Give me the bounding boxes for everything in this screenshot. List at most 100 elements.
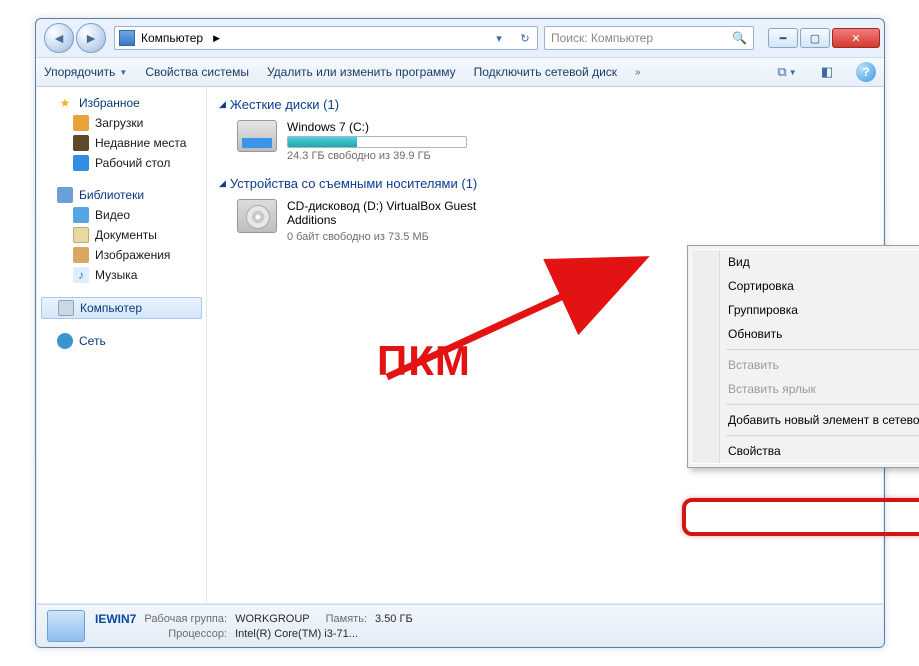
arrow-right-icon: ► bbox=[84, 30, 98, 46]
music-icon: ♪ bbox=[73, 267, 89, 283]
drive-free-text: 24.3 ГБ свободно из 39.9 ГБ bbox=[287, 150, 467, 162]
hard-drive-icon bbox=[237, 120, 277, 152]
capacity-bar bbox=[287, 136, 467, 148]
sidebar-item-pictures[interactable]: Изображения bbox=[37, 245, 206, 265]
status-cpu-label: Процессор: bbox=[144, 628, 227, 640]
sidebar-item-videos[interactable]: Видео bbox=[37, 205, 206, 225]
context-menu: Вид ▶ Сортировка ▶ Группировка ▶ Обновит… bbox=[687, 245, 919, 468]
computer-large-icon bbox=[47, 610, 85, 642]
star-icon: ★ bbox=[57, 95, 73, 111]
search-input[interactable]: Поиск: Компьютер 🔍 bbox=[544, 26, 754, 50]
drive-c[interactable]: Windows 7 (C:) 24.3 ГБ свободно из 39.9 … bbox=[237, 120, 871, 162]
status-workgroup: WORKGROUP bbox=[235, 613, 310, 625]
content-pane[interactable]: ◢ Жесткие диски (1) Windows 7 (C:) 24.3 … bbox=[207, 87, 883, 603]
preview-pane-button[interactable]: ◧ bbox=[816, 61, 838, 83]
help-icon: ? bbox=[862, 65, 869, 79]
ctx-item-add-network[interactable]: Добавить новый элемент в сетевое окружен… bbox=[692, 408, 919, 432]
organize-label: Упорядочить bbox=[44, 65, 115, 79]
organize-button[interactable]: Упорядочить ▼ bbox=[44, 65, 127, 79]
sidebar-item-music[interactable]: ♪ Музыка bbox=[37, 265, 206, 285]
ctx-item-view[interactable]: Вид ▶ bbox=[692, 250, 919, 274]
navigation-pane: ★ Избранное Загрузки Недавние места Рабо… bbox=[37, 87, 207, 603]
sidebar-label: Библиотеки bbox=[79, 188, 144, 202]
video-icon bbox=[73, 207, 89, 223]
view-options-button[interactable]: ⧉▼ bbox=[776, 61, 798, 83]
ctx-item-group[interactable]: Группировка ▶ bbox=[692, 298, 919, 322]
preview-pane-icon: ◧ bbox=[821, 64, 833, 80]
titlebar: ◄ ► Компьютер ▶ ▾ ↻ Поиск: Компьютер 🔍 ━… bbox=[36, 19, 884, 57]
ctx-label: Добавить новый элемент в сетевое окружен… bbox=[728, 413, 919, 427]
ctx-separator bbox=[726, 435, 919, 436]
sidebar-label: Избранное bbox=[79, 96, 140, 110]
ctx-item-paste-shortcut: Вставить ярлык bbox=[692, 377, 919, 401]
ctx-label: Группировка bbox=[728, 303, 798, 317]
sidebar-label: Рабочий стол bbox=[95, 156, 170, 170]
sidebar-item-libraries[interactable]: Библиотеки bbox=[37, 185, 206, 205]
ctx-item-refresh[interactable]: Обновить bbox=[692, 322, 919, 346]
sidebar-item-computer[interactable]: Компьютер bbox=[41, 297, 202, 319]
address-dropdown-icon[interactable]: ▾ bbox=[489, 28, 509, 48]
close-button[interactable]: ✕ bbox=[832, 28, 880, 48]
ctx-separator bbox=[726, 349, 919, 350]
map-drive-label: Подключить сетевой диск bbox=[474, 65, 617, 79]
minimize-button[interactable]: ━ bbox=[768, 28, 798, 48]
document-icon bbox=[73, 227, 89, 243]
breadcrumb-arrow-icon[interactable]: ▶ bbox=[209, 33, 224, 44]
cd-drive-icon bbox=[237, 199, 277, 233]
expand-arrow-icon: ◢ bbox=[219, 178, 226, 189]
status-memory-label: Память: bbox=[326, 613, 367, 625]
close-icon: ✕ bbox=[851, 32, 860, 45]
status-memory: 3.50 ГБ bbox=[375, 613, 413, 625]
system-properties-button[interactable]: Свойства системы bbox=[145, 65, 249, 79]
sidebar-label: Музыка bbox=[95, 268, 137, 282]
toolbar-overflow-button[interactable]: » bbox=[635, 67, 641, 78]
sidebar-item-recent[interactable]: Недавние места bbox=[37, 133, 206, 153]
downloads-icon bbox=[73, 115, 89, 131]
status-cpu: Intel(R) Core(TM) i3-71... bbox=[235, 628, 413, 640]
ctx-label: Сортировка bbox=[728, 279, 794, 293]
sidebar-label: Видео bbox=[95, 208, 130, 222]
annotation-highlight bbox=[682, 498, 919, 536]
refresh-icon[interactable]: ↻ bbox=[515, 28, 535, 48]
desktop-icon bbox=[73, 155, 89, 171]
drive-title: CD-дисковод (D:) VirtualBox Guest Additi… bbox=[287, 199, 487, 227]
ctx-item-sort[interactable]: Сортировка ▶ bbox=[692, 274, 919, 298]
sidebar-item-network[interactable]: Сеть bbox=[37, 331, 206, 351]
status-workgroup-label: Рабочая группа: bbox=[144, 613, 227, 625]
section-removable[interactable]: ◢ Устройства со съемными носителями (1) bbox=[219, 176, 871, 191]
drive-free-text: 0 байт свободно из 73.5 МБ bbox=[287, 231, 487, 243]
ctx-label: Обновить bbox=[728, 327, 782, 341]
libraries-icon bbox=[57, 187, 73, 203]
computer-icon bbox=[58, 300, 74, 316]
ctx-item-properties[interactable]: Свойства bbox=[692, 439, 919, 463]
sidebar-item-downloads[interactable]: Загрузки bbox=[37, 113, 206, 133]
sidebar-item-documents[interactable]: Документы bbox=[37, 225, 206, 245]
toolbar: Упорядочить ▼ Свойства системы Удалить и… bbox=[36, 57, 884, 87]
chevron-down-icon: ▼ bbox=[119, 68, 127, 77]
map-drive-button[interactable]: Подключить сетевой диск bbox=[474, 65, 617, 79]
uninstall-label: Удалить или изменить программу bbox=[267, 65, 456, 79]
sidebar-label: Изображения bbox=[95, 248, 170, 262]
sidebar-label: Загрузки bbox=[95, 116, 143, 130]
ctx-label: Вставить bbox=[728, 358, 779, 372]
drive-d[interactable]: CD-дисковод (D:) VirtualBox Guest Additi… bbox=[237, 199, 871, 243]
breadcrumb-root[interactable]: Компьютер bbox=[141, 31, 203, 45]
ctx-label: Вставить ярлык bbox=[728, 382, 816, 396]
sidebar-item-desktop[interactable]: Рабочий стол bbox=[37, 153, 206, 173]
ctx-item-paste: Вставить bbox=[692, 353, 919, 377]
status-computer-name: IEWIN7 bbox=[95, 612, 136, 626]
sidebar-label: Компьютер bbox=[80, 301, 142, 315]
address-bar[interactable]: Компьютер ▶ ▾ ↻ bbox=[114, 26, 538, 50]
minimize-icon: ━ bbox=[780, 32, 787, 45]
explorer-window: ◄ ► Компьютер ▶ ▾ ↻ Поиск: Компьютер 🔍 ━… bbox=[35, 18, 885, 648]
section-hard-drives[interactable]: ◢ Жесткие диски (1) bbox=[219, 97, 871, 112]
expand-arrow-icon: ◢ bbox=[219, 99, 226, 110]
nav-forward-button[interactable]: ► bbox=[76, 23, 106, 53]
sidebar-item-favorites[interactable]: ★ Избранное bbox=[37, 93, 206, 113]
nav-back-button[interactable]: ◄ bbox=[44, 23, 74, 53]
uninstall-program-button[interactable]: Удалить или изменить программу bbox=[267, 65, 456, 79]
help-button[interactable]: ? bbox=[856, 62, 876, 82]
computer-icon bbox=[119, 30, 135, 46]
maximize-icon: ▢ bbox=[810, 32, 820, 45]
maximize-button[interactable]: ▢ bbox=[800, 28, 830, 48]
